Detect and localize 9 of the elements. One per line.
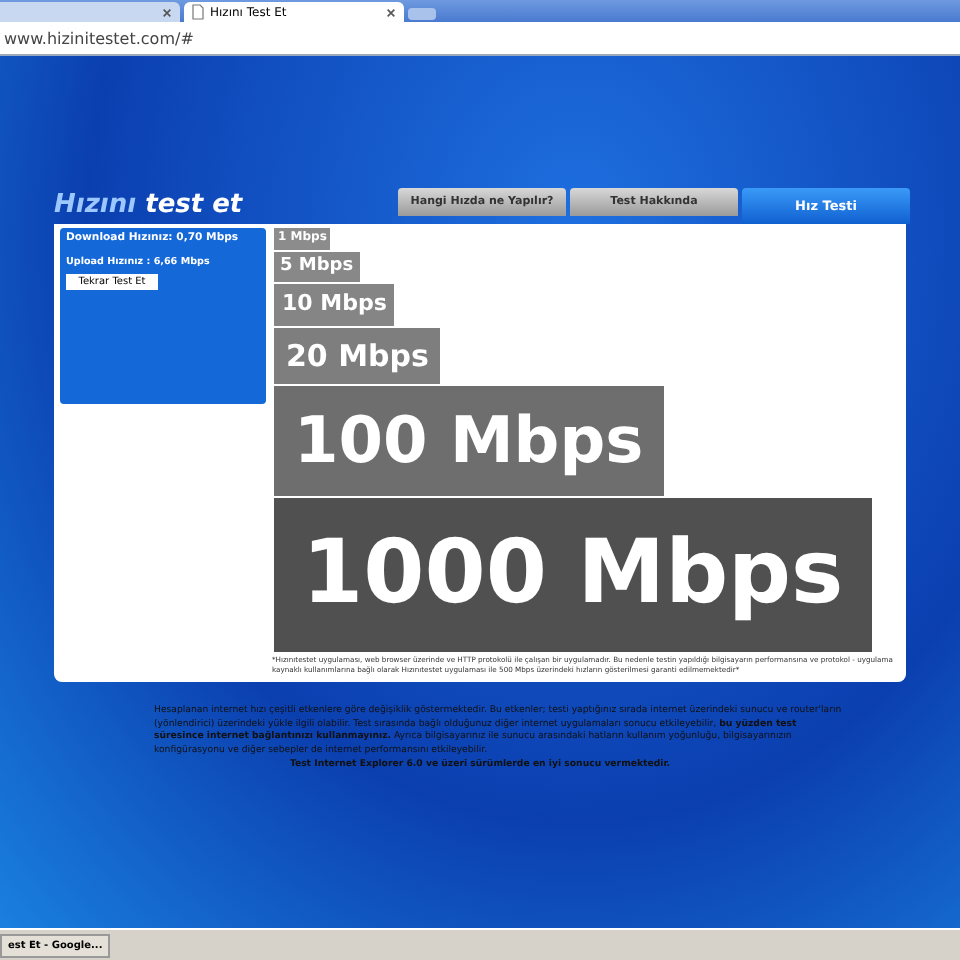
speed-level-bar: 10 Mbps (274, 284, 395, 326)
site-logo: Hızını test et (54, 190, 243, 220)
close-icon[interactable] (162, 7, 172, 17)
speed-level-bar: 20 Mbps (274, 327, 441, 385)
page-icon (192, 4, 204, 20)
speed-level-bar: 1000 Mbps (274, 498, 872, 652)
speed-level-bar: 100 Mbps (274, 386, 664, 497)
close-icon[interactable] (386, 7, 396, 17)
speed-level-bar: 5 Mbps (274, 251, 360, 283)
